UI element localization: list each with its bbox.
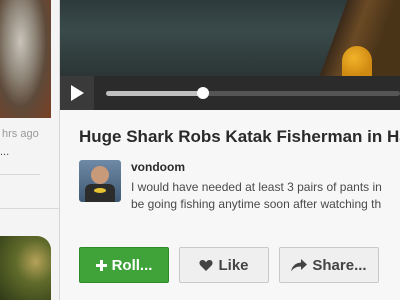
- feed-separator: [0, 208, 59, 209]
- share-button[interactable]: Share...: [279, 247, 379, 283]
- avatar[interactable]: [79, 160, 121, 202]
- video-progress-fill: [106, 91, 204, 96]
- roll-button[interactable]: Roll...: [79, 247, 169, 283]
- play-icon: [71, 85, 84, 101]
- roll-button-label: Roll...: [111, 256, 153, 274]
- video-scrub-handle[interactable]: [197, 87, 210, 99]
- heart-icon: [199, 259, 214, 272]
- like-button[interactable]: Like: [179, 247, 269, 283]
- comment-text: I would have needed at least 3 pairs of …: [131, 179, 400, 213]
- video-progress-bar[interactable]: [106, 87, 400, 99]
- video-controls: [60, 76, 400, 110]
- like-button-label: Like: [218, 256, 249, 274]
- feed-divider: [0, 174, 40, 175]
- share-button-label: Share...: [312, 256, 367, 274]
- feed-thumbnail-top[interactable]: [0, 0, 51, 118]
- video-frame[interactable]: [60, 0, 400, 76]
- post-title[interactable]: Huge Shark Robs Katak Fisherman in Hav: [79, 127, 400, 147]
- play-button[interactable]: [60, 76, 94, 110]
- left-feed-column: hrs ago ...: [0, 0, 60, 300]
- share-arrow-icon: [291, 258, 308, 272]
- comment-username[interactable]: vondoom: [131, 160, 185, 174]
- feed-thumbnail-bottom[interactable]: [0, 236, 51, 300]
- video-scene-buoy: [342, 46, 372, 76]
- feed-excerpt: ...: [0, 146, 10, 158]
- feed-timestamp: hrs ago: [2, 128, 39, 140]
- post-panel: Huge Shark Robs Katak Fisherman in Hav v…: [60, 0, 400, 300]
- plus-icon: [95, 259, 107, 271]
- comment-line-1: I would have needed at least 3 pairs of …: [131, 180, 382, 194]
- comment-line-2: be going fishing anytime soon after watc…: [131, 197, 382, 211]
